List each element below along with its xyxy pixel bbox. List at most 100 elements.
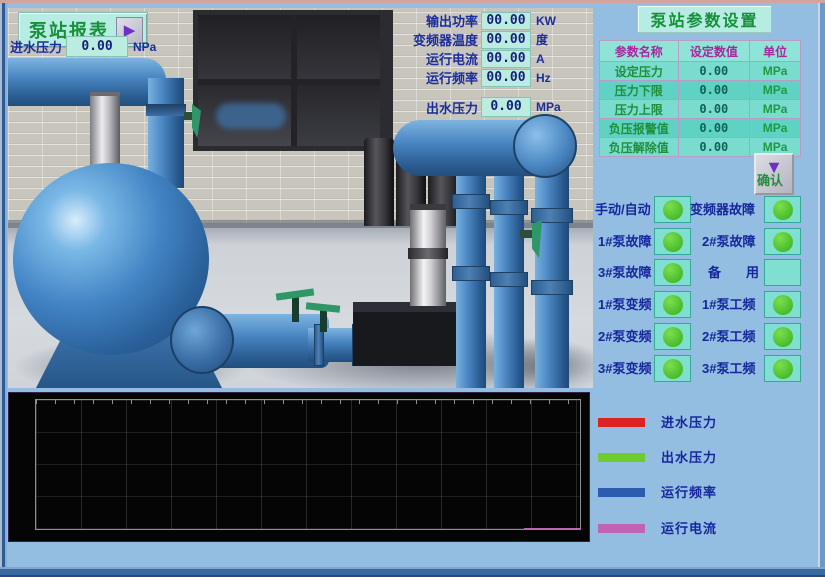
confirm-button[interactable]: ▼ 确认 — [754, 153, 794, 195]
trend-plot-area — [35, 399, 581, 530]
legend-swatch-running-current — [598, 524, 645, 533]
param-value-input[interactable]: 0.00 — [678, 119, 750, 138]
status-lamp — [663, 359, 683, 379]
trend-axis-ticks — [36, 400, 580, 404]
outlet-pressure-unit: MPa — [536, 100, 561, 114]
confirm-button-label: 确认 — [757, 174, 783, 188]
valve-stem — [320, 308, 327, 332]
legend-label: 运行频率 — [661, 482, 717, 501]
outlet-pressure-label: 出水压力 — [402, 98, 478, 117]
header-end-cap — [513, 114, 577, 178]
status-lamp-box — [764, 355, 801, 382]
param-value-input[interactable]: 0.00 — [678, 138, 750, 157]
status-row: 3#泵故障 备 用 — [595, 259, 803, 286]
inlet-pressure-unit: NPa — [133, 40, 156, 54]
metric-unit: 度 — [536, 31, 548, 48]
metric-value: 00.00 — [481, 69, 531, 87]
param-value-input[interactable]: 0.00 — [678, 62, 750, 81]
metric-label: 输出功率 — [402, 11, 478, 30]
frame-left — [0, 3, 7, 577]
status-lamp-box — [654, 228, 691, 255]
status-lamp-box — [654, 259, 691, 286]
settings-row: 压力上限 0.00 MPa — [600, 100, 801, 119]
legend-label: 进水压力 — [661, 412, 717, 431]
pump-motor — [364, 138, 394, 226]
riser-pipe — [535, 148, 569, 388]
settings-row: 设定压力 0.00 MPa — [600, 62, 801, 81]
status-lamp-box — [764, 228, 801, 255]
legend-label: 运行电流 — [661, 518, 717, 537]
param-value-input[interactable]: 0.00 — [678, 81, 750, 100]
param-name: 负压报警值 — [600, 119, 679, 138]
status-label: 3#泵工频 — [702, 355, 755, 382]
status-lamp — [663, 295, 683, 315]
status-row: 1#泵变频 1#泵工频 — [595, 291, 803, 318]
running-frequency-field: 运行频率 00.00 Hz — [402, 68, 551, 87]
status-label: 2#泵故障 — [702, 228, 755, 255]
window-pane — [297, 15, 380, 79]
status-lamp — [773, 327, 793, 347]
hmi-pump-station-screen: 泵站报表 ▶ 进水压力 0.00 NPa 输出功率 00.00 KW 变频器温度… — [0, 0, 825, 577]
pump-band — [408, 248, 448, 259]
param-name: 负压解除值 — [600, 138, 679, 157]
param-name: 设定压力 — [600, 62, 679, 81]
trend-series-running-current — [524, 528, 581, 530]
output-power-field: 输出功率 00.00 KW — [402, 11, 556, 30]
status-lamp — [663, 200, 683, 220]
metric-label: 运行电流 — [402, 49, 478, 68]
status-lamp-box — [654, 355, 691, 382]
pipe-reflection — [216, 103, 286, 129]
status-lamp — [773, 295, 793, 315]
param-value-input[interactable]: 0.00 — [678, 100, 750, 119]
inverter-temperature-field: 变频器温度 00.00 度 — [402, 30, 548, 49]
metric-unit: KW — [536, 14, 556, 28]
pipe-clamp — [146, 104, 186, 116]
pipe-flange — [452, 266, 490, 281]
status-lamp-box — [654, 323, 691, 350]
status-label: 1#泵变频 — [598, 291, 651, 318]
window-pane — [198, 15, 291, 79]
pipe-flange — [531, 280, 573, 295]
window-pane — [198, 85, 291, 146]
status-lamp-box — [654, 196, 691, 223]
frame-right — [818, 3, 825, 577]
window-pane — [297, 85, 380, 146]
status-row: 2#泵变频 2#泵工频 — [595, 323, 803, 350]
pipe-flange — [452, 194, 490, 209]
pipe-flange — [490, 272, 528, 287]
frame-top — [0, 0, 825, 3]
outlet-pressure-field: 出水压力 0.00 MPa — [402, 97, 561, 117]
metric-unit: Hz — [536, 71, 551, 85]
col-header-unit: 单位 — [750, 41, 801, 62]
inlet-pressure-value: 0.00 — [66, 36, 128, 57]
window — [193, 10, 393, 151]
inlet-pressure-label: 进水压力 — [10, 37, 62, 56]
pipe-flange — [531, 208, 573, 223]
status-label: 变频器故障 — [690, 196, 755, 223]
col-header-value: 设定数值 — [678, 41, 750, 62]
confirm-triangle-icon: ▼ — [765, 160, 783, 174]
param-unit: MPa — [750, 100, 801, 119]
frame-bottom — [0, 567, 825, 577]
legend-swatch-inlet-pressure — [598, 418, 645, 427]
status-label: 1#泵故障 — [598, 228, 651, 255]
trend-chart — [8, 392, 590, 542]
status-lamp — [773, 200, 793, 220]
legend-item: 运行电流 — [598, 518, 717, 536]
legend-item: 进水压力 — [598, 412, 717, 430]
legend-swatch-running-frequency — [598, 488, 645, 497]
status-label: 手动/自动 — [595, 196, 651, 223]
settings-row: 压力下限 0.00 MPa — [600, 81, 801, 100]
metric-unit: A — [536, 52, 545, 66]
param-unit: MPa — [750, 62, 801, 81]
legend-swatch-outlet-pressure — [598, 453, 645, 462]
status-lamp — [773, 232, 793, 252]
legend-label: 出水压力 — [661, 447, 717, 466]
metric-label: 变频器温度 — [402, 30, 478, 49]
manifold-flange-face — [170, 306, 234, 374]
inlet-pressure-field: 进水压力 0.00 NPa — [10, 36, 156, 57]
param-name: 压力下限 — [600, 81, 679, 100]
metric-value: 00.00 — [481, 50, 531, 68]
status-lamp — [773, 359, 793, 379]
param-unit: MPa — [750, 119, 801, 138]
